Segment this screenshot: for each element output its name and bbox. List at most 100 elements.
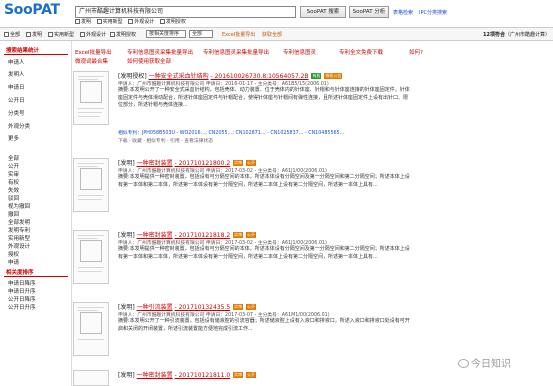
soopat-logo[interactable]: SooPAT bbox=[4, 2, 60, 18]
result-foot[interactable]: 下载 · 收藏 · 相似专利 · 引用 · 查看法律状态 bbox=[118, 137, 213, 144]
filter-all[interactable]: 全部 bbox=[4, 31, 20, 38]
patent-thumbnail[interactable] bbox=[73, 71, 109, 125]
sidebar-item-apply-date[interactable]: 申请日 bbox=[8, 83, 25, 91]
search-input[interactable]: 广州市酷趣计算机科技有限公司 bbox=[75, 6, 296, 18]
get-all-link[interactable]: 获取全部 bbox=[262, 31, 282, 38]
watermark: 今日知识 bbox=[458, 355, 511, 370]
action-link[interactable]: Excel批量导出 bbox=[75, 48, 112, 56]
related-title: 相关度排序 bbox=[6, 270, 34, 276]
range-select[interactable]: 全部 bbox=[189, 30, 213, 38]
result-title: [发明] 一种引流装置 - 201710132435.5 实审 公开 bbox=[118, 304, 256, 311]
sort-select[interactable]: 按相关度排序 bbox=[146, 30, 186, 38]
sidebar-title: 搜索结果统计 bbox=[6, 48, 40, 54]
sidebar-group[interactable]: 全部发明 bbox=[8, 218, 30, 226]
excel-export-link[interactable]: Excel批量导出 bbox=[222, 31, 255, 38]
result-abstract: 摘要:本发明公开了一种安全式采血针结构，包括壳体、动力装置、位于壳体内的针体座、… bbox=[118, 87, 410, 109]
patent-thumbnail[interactable] bbox=[73, 302, 109, 356]
sidebar-item-pub-date[interactable]: 公开日 bbox=[8, 96, 25, 104]
status-badge: 公开 bbox=[246, 232, 256, 238]
wechat-icon bbox=[458, 359, 469, 368]
result-title: [发明] 一种密封装置 - 201710121800.2 实审 公开 bbox=[118, 160, 256, 167]
action-link[interactable]: 专利信息图灵采集批量导出 bbox=[127, 48, 193, 56]
related-item[interactable]: 公开日降序 bbox=[8, 295, 36, 303]
action-link[interactable]: 专利信息图灵 bbox=[283, 48, 316, 56]
result-abstract: 摘要:本发明公开了一种引流装置，包括设有储液腔的引流容器；所述储液腔上设有入液口… bbox=[118, 318, 410, 332]
result-meta: 申请人：广州市酷趣计算机科技有限公司 申请日：2016-01-17 - 主分类号… bbox=[118, 82, 329, 87]
status-badge: 公开 bbox=[246, 304, 256, 310]
sidebar-item-ipc[interactable]: 分类号 bbox=[8, 109, 25, 117]
option-design[interactable]: 外观设计 bbox=[128, 19, 154, 25]
filter-bar: 全部 发明 实用新型 外观设计 发明授权 按相关度排序 全部 Excel批量导出… bbox=[0, 27, 553, 41]
sidebar-group[interactable]: 外观设计 bbox=[8, 242, 30, 250]
checkbox-icon[interactable] bbox=[75, 19, 80, 24]
action-link[interactable]: 如何? bbox=[409, 48, 423, 56]
sidebar-item-applicant[interactable]: 申请人 bbox=[8, 58, 25, 66]
result-meta: 申请人：广州市酷趣计算机科技有限公司 申请日：2017-03-07 - 主分类号… bbox=[118, 313, 330, 318]
filter-design[interactable]: 外观设计 bbox=[80, 31, 106, 38]
result-meta: 申请人：广州市酷趣计算机科技有限公司 申请日：2017-03-02 - 主分类号… bbox=[118, 241, 327, 246]
status-badge: 实审 bbox=[233, 232, 244, 238]
table-search-link[interactable]: 表格检索 bbox=[393, 9, 413, 16]
ipc-search-link[interactable]: IPC分类搜索 bbox=[419, 9, 447, 16]
sidebar-group[interactable]: 发明专利 bbox=[8, 226, 30, 234]
action-link[interactable]: 专利信息图灵采集批量导出 bbox=[203, 48, 269, 56]
sidebar-group[interactable]: 视为撤回 bbox=[8, 202, 30, 210]
sidebar-item-design-class[interactable]: 外观分类 bbox=[8, 122, 30, 130]
filter-utility[interactable]: 实用新型 bbox=[48, 31, 74, 38]
patent-thumbnail[interactable] bbox=[73, 370, 109, 386]
option-invention[interactable]: 发明 bbox=[75, 19, 91, 25]
checkbox-icon[interactable] bbox=[96, 19, 102, 24]
filter-invention[interactable]: 发明 bbox=[26, 31, 42, 38]
action-link[interactable]: 如何使用获取全部 bbox=[127, 57, 171, 65]
sidebar-group[interactable]: 失效 bbox=[8, 186, 19, 194]
result-abstract: 摘要:本发明提供一种密封装置，包括设有可分隔空间的本体，所述本体设有分隔空间及第… bbox=[118, 174, 410, 188]
status-badge: 有权 bbox=[311, 73, 322, 79]
result-title: [发明] 一种密封装置 - 201710121818.2 实审 公开 bbox=[118, 232, 256, 239]
checkbox-icon[interactable] bbox=[128, 19, 134, 24]
search-button[interactable]: SooPAT 搜索 bbox=[300, 6, 346, 18]
checkbox-icon[interactable] bbox=[159, 19, 165, 24]
status-badge: 授权公告 bbox=[324, 73, 343, 79]
filter-granted[interactable]: 发明授权 bbox=[110, 31, 136, 38]
patent-thumbnail[interactable] bbox=[73, 158, 109, 212]
sidebar-group[interactable]: 有权 bbox=[8, 178, 19, 186]
status-badge: 实审 bbox=[233, 160, 244, 166]
option-utility[interactable]: 实用新型 bbox=[96, 19, 123, 25]
sidebar-group[interactable]: 授权 bbox=[8, 250, 19, 258]
sidebar-group[interactable]: 实审 bbox=[8, 170, 19, 178]
status-badge: 实审 bbox=[233, 304, 244, 310]
sidebar-divider bbox=[4, 54, 68, 55]
result-item: [发明] 一种密封装置 - 201710121800.2 实审 公开 申请人：广… bbox=[73, 158, 553, 226]
result-title: [发明] 一种密封装置 - 201710121811.0 实审 公开 bbox=[118, 372, 256, 379]
result-title: [发明授权] 一种安全式采血针结构 - 201610026730.8;10564… bbox=[118, 73, 343, 80]
result-cite[interactable]: 相似专利：JPH058B503U - WO2016…; CN2055…; CN1… bbox=[118, 129, 344, 136]
result-item: [发明] 一种密封装置 - 201710121818.2 实审 公开 申请人：广… bbox=[73, 230, 553, 298]
type-options: 发明 实用新型 外观设计 发明授权 bbox=[75, 18, 190, 26]
sidebar: 搜索结果统计 申请人 发明人 申请日 公开日 分类号 外观分类 更多 全部 公开… bbox=[0, 41, 72, 386]
status-badge: 公开 bbox=[246, 372, 256, 378]
sidebar-group[interactable]: 实用新型 bbox=[8, 234, 30, 242]
result-meta: 申请人：广州市酷趣计算机科技有限公司 申请日：2017-03-02 - 主分类号… bbox=[118, 169, 327, 174]
action-link[interactable]: 微观词最合集 bbox=[75, 57, 108, 65]
sidebar-group[interactable]: 全部 bbox=[8, 154, 19, 162]
related-item[interactable]: 申请日升序 bbox=[8, 287, 36, 295]
option-granted[interactable]: 发明授权 bbox=[159, 19, 186, 25]
action-link[interactable]: 专利全文免费下载 bbox=[339, 48, 383, 56]
result-item: [发明授权] 一种安全式采血针结构 - 201610026730.8;10564… bbox=[73, 71, 553, 151]
result-abstract: 摘要:本发明提供一种密封装置，包括设有可分隔空间的本体，所述本体设有分隔空间及第… bbox=[118, 246, 410, 260]
sidebar-group[interactable]: 驳回 bbox=[8, 194, 19, 202]
analysis-button[interactable]: SooPAT 分析 bbox=[349, 6, 389, 18]
sidebar-group[interactable]: 申请 bbox=[8, 258, 19, 266]
status-badge: 实审 bbox=[233, 372, 244, 378]
result-count: 12项符合（广州市酷趣计算） bbox=[482, 32, 550, 38]
related-item[interactable]: 公开日升序 bbox=[8, 303, 36, 311]
sidebar-item-more[interactable]: 更多 bbox=[8, 134, 19, 142]
sidebar-item-inventor[interactable]: 发明人 bbox=[8, 70, 25, 78]
related-item[interactable]: 申请日降序 bbox=[8, 279, 36, 287]
related-divider bbox=[4, 276, 68, 277]
result-item: [发明] 一种密封装置 - 201710121811.0 实审 公开 bbox=[73, 370, 553, 386]
action-links: Excel批量导出 专利信息图灵采集批量导出 专利信息图灵采集批量导出 专利信息… bbox=[73, 46, 553, 66]
patent-thumbnail[interactable] bbox=[73, 230, 109, 284]
sidebar-group[interactable]: 公开 bbox=[8, 162, 19, 170]
sidebar-group[interactable]: 撤回 bbox=[8, 210, 19, 218]
